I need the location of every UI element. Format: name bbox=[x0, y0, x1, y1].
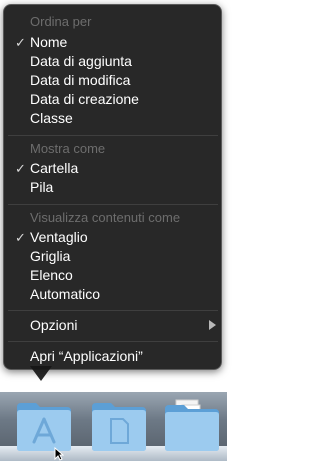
menu-item-apri-applicazioni[interactable]: Apri “Applicazioni” bbox=[30, 348, 143, 364]
menu-item-griglia[interactable]: Griglia bbox=[30, 248, 70, 264]
menu-item-cartella[interactable]: Cartella bbox=[30, 160, 78, 176]
applications-folder-icon[interactable] bbox=[14, 397, 74, 453]
menu-item-nome[interactable]: Nome bbox=[30, 34, 67, 50]
menu-item-automatico[interactable]: Automatico bbox=[30, 286, 100, 302]
check-icon: ✓ bbox=[15, 35, 26, 50]
view-section-title: Visualizza contenuti come bbox=[30, 210, 181, 225]
menu-separator bbox=[8, 135, 218, 136]
menu-separator bbox=[8, 204, 218, 205]
menu-item-ventaglio[interactable]: Ventaglio bbox=[30, 229, 88, 245]
documents-folder-icon[interactable] bbox=[89, 397, 149, 453]
menu-item-classe[interactable]: Classe bbox=[30, 110, 73, 126]
menu-separator bbox=[8, 310, 218, 311]
submenu-arrow-icon bbox=[209, 320, 216, 330]
menu-item-elenco[interactable]: Elenco bbox=[30, 267, 73, 283]
sort-section-title: Ordina per bbox=[30, 14, 92, 29]
menu-item-data-creazione[interactable]: Data di creazione bbox=[30, 91, 139, 107]
menu-item-opzioni[interactable]: Opzioni bbox=[30, 317, 77, 333]
check-icon: ✓ bbox=[15, 161, 26, 176]
check-icon: ✓ bbox=[15, 230, 26, 245]
menu-pointer-arrow bbox=[30, 366, 52, 381]
menu-separator bbox=[8, 341, 218, 342]
dock-folder-context-menu: Ordina per ✓ Nome Data di aggiunta Data … bbox=[3, 4, 222, 370]
downloads-folder-icon[interactable] bbox=[162, 397, 222, 453]
menu-item-data-modifica[interactable]: Data di modifica bbox=[30, 72, 130, 88]
display-section-title: Mostra come bbox=[30, 141, 106, 156]
menu-item-pila[interactable]: Pila bbox=[30, 179, 53, 195]
mouse-pointer-icon bbox=[54, 447, 64, 461]
menu-item-data-aggiunta[interactable]: Data di aggiunta bbox=[30, 53, 132, 69]
